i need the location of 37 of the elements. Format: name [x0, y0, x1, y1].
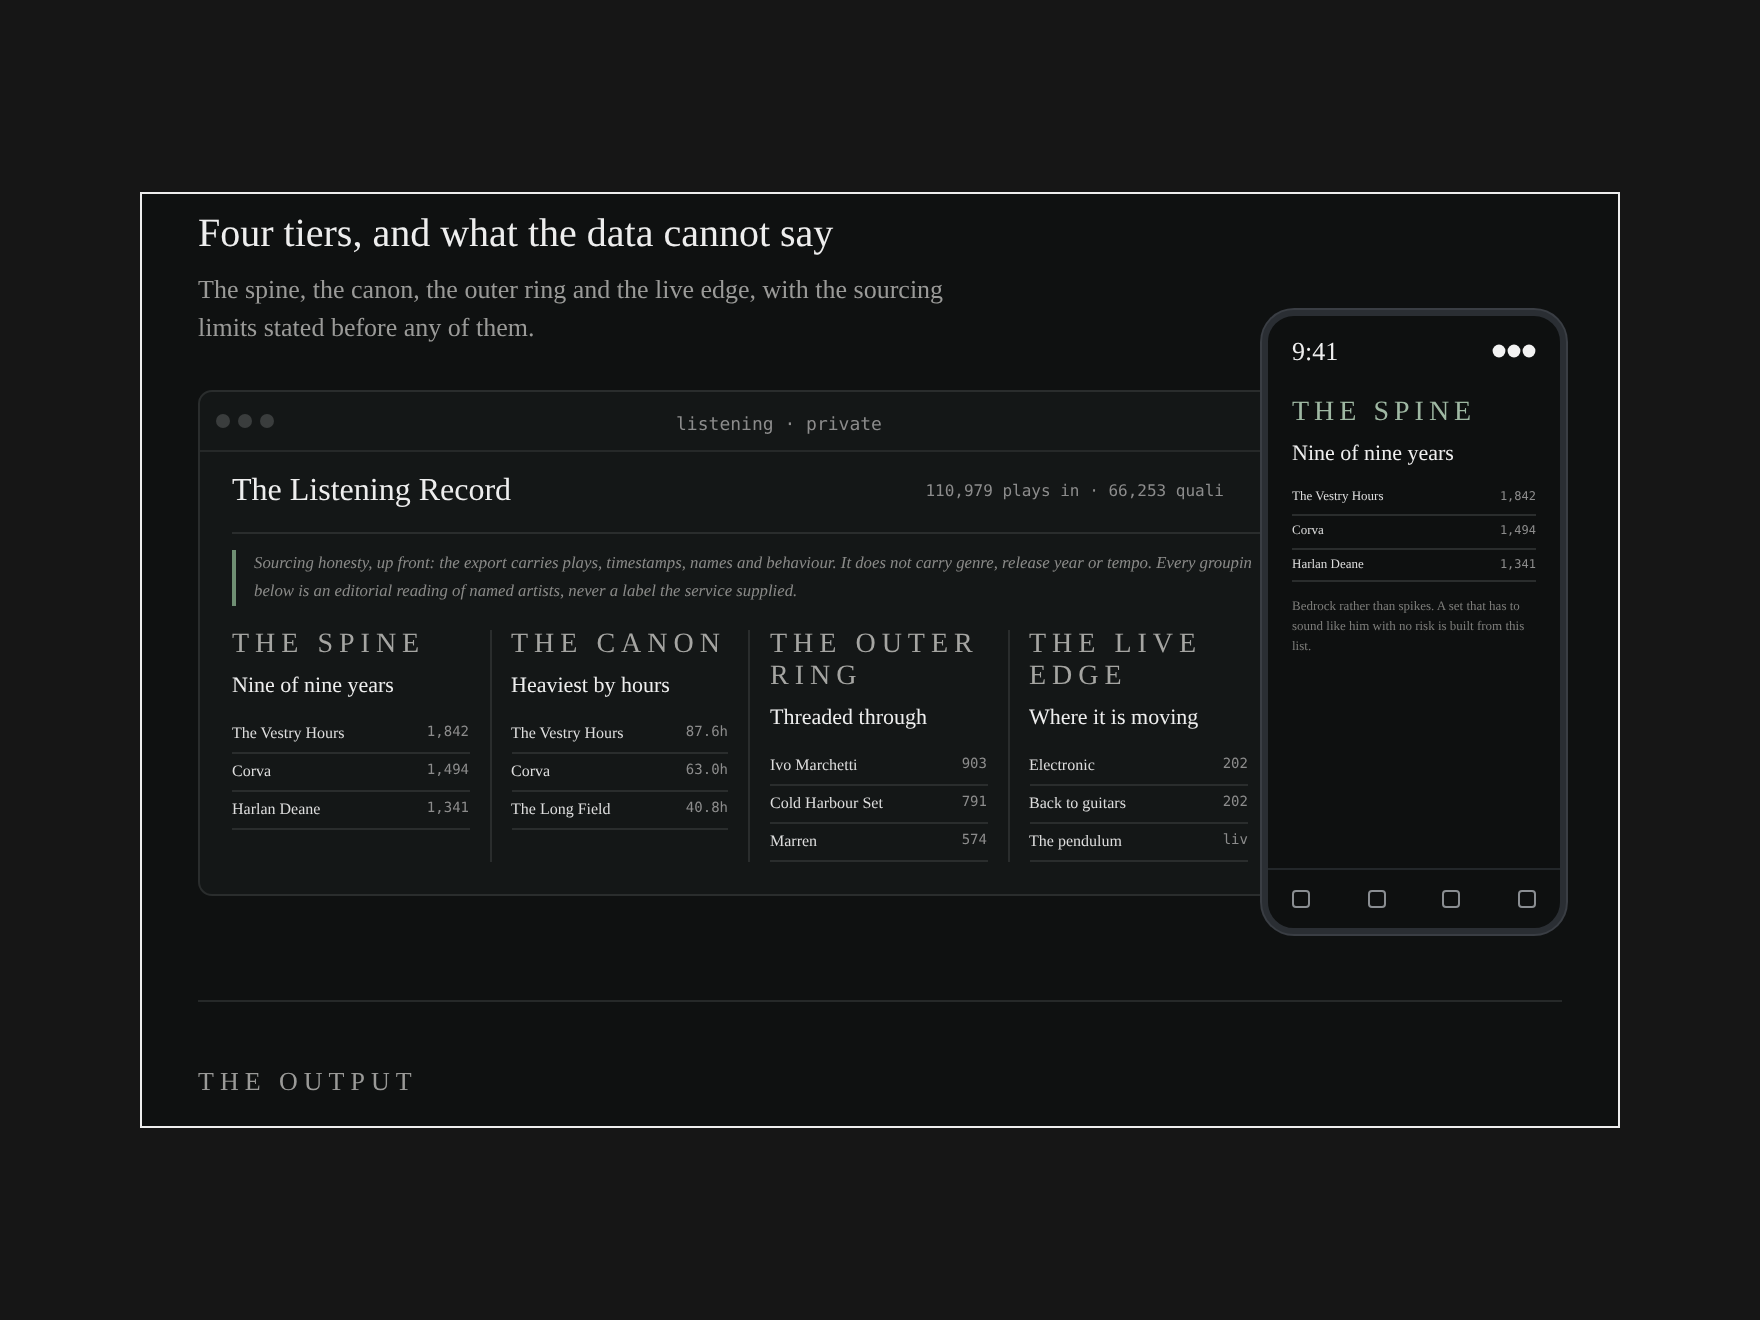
section-label: THE OUTPUT	[198, 1063, 420, 1099]
more-icon	[1492, 344, 1536, 359]
artist-name: Harlan Deane	[232, 797, 321, 821]
window-dot-icon	[260, 414, 274, 428]
artist-name: Ivo Marchetti	[770, 753, 858, 777]
nav-tab-icon[interactable]	[1292, 890, 1310, 908]
nav-tab-icon[interactable]	[1367, 890, 1386, 908]
tier-subtitle: Nine of nine years	[1292, 439, 1456, 469]
tier-label: THE CANON	[511, 630, 728, 662]
artist-name: The pendulum	[1029, 829, 1122, 853]
section-lede: The spine, the canon, the outer ring and the live edge, with the sourcing limits stated before any of them.	[198, 272, 946, 346]
record-heading: The Listening Record	[232, 472, 512, 512]
artist-name: Marren	[770, 829, 818, 853]
nav-tab-icon[interactable]	[1442, 890, 1461, 908]
artist-name: The Vestry Hours	[511, 721, 624, 745]
artist-name: Corva	[232, 759, 272, 783]
artist-name: Electronic	[1029, 753, 1095, 777]
plays-summary: 110,979 plays in · 66,253 quali	[925, 480, 1224, 504]
tier-label: THE OUTER RING	[770, 630, 981, 694]
tier-subtitle: Threaded through	[770, 704, 929, 734]
tier-label: THE SPINE	[232, 630, 428, 662]
status-time: 9:41	[1292, 334, 1339, 370]
artist-name: Corva	[511, 759, 551, 783]
artist-name: Back to guitars	[1029, 791, 1126, 815]
section-title: Four tiers, and what the data cannot say	[198, 210, 836, 258]
window-title: listening · private	[676, 415, 882, 435]
artist-name: The Vestry Hours	[232, 721, 345, 745]
window-dot-icon	[238, 414, 252, 428]
nav-tab-icon[interactable]	[1517, 890, 1536, 908]
artist-name: The Long Field	[511, 797, 611, 821]
tier-label: THE SPINE	[1292, 395, 1479, 431]
tier-subtitle: Nine of nine years	[232, 672, 396, 702]
tier-subtitle: Heaviest by hours	[511, 672, 672, 702]
window-dot-icon	[216, 414, 230, 428]
tier-subtitle: Where it is moving	[1029, 704, 1201, 734]
tier-label: THE LIVE EDGE	[1029, 630, 1205, 694]
artist-name: Cold Harbour Set	[770, 791, 883, 815]
